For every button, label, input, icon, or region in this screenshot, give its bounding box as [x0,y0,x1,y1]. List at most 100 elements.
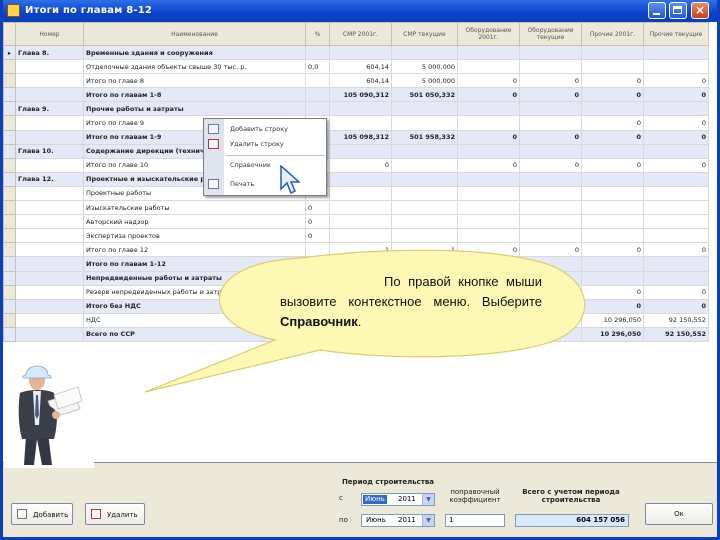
maximize-button[interactable] [669,2,687,19]
table-cell-num[interactable] [15,312,84,328]
close-button[interactable]: × [691,2,709,19]
table-row[interactable]: Итого по главе 8 604,14 5 000,000 0 0 0 0 [3,73,709,89]
table-cell-oth2001[interactable]: 0 [581,298,644,314]
table-cell-oth2001[interactable] [581,59,644,75]
table-cell-num[interactable] [15,59,84,75]
table-row[interactable]: Авторский надзор 0 [3,214,709,230]
table-cell-pct[interactable] [305,242,330,258]
table-cell-eq2001[interactable] [457,214,520,230]
row-selector[interactable] [3,298,16,314]
column-header[interactable]: % [305,22,330,46]
table-row[interactable]: Отделочные здания объекты свыше 30 тыс. … [3,59,709,75]
minimize-button[interactable] [648,2,666,19]
table-cell-othcur[interactable]: 0 [643,115,709,131]
table-cell-eq2001[interactable] [457,185,520,202]
title-bar[interactable]: Итоги по главам 8-12 × [3,0,717,22]
table-cell-othcur[interactable] [643,200,709,216]
table-row[interactable]: Итого по главам 1-12 [3,256,709,272]
table-cell-othcur[interactable]: 0 [643,157,709,173]
table-cell-oth2001[interactable]: 0 [581,87,644,103]
table-cell-pct[interactable] [305,73,330,89]
table-cell-pct[interactable]: 0 [305,200,330,216]
table-cell-othcur[interactable]: 92 150,552 [643,312,709,328]
table-cell-othcur[interactable]: 0 [643,87,709,103]
table-row[interactable]: Изыскательские работы 0 [3,200,709,216]
row-selector[interactable] [3,101,16,117]
table-cell-oth2001[interactable] [581,171,644,187]
column-header[interactable]: Оборудование 2001г. [457,22,520,46]
table-cell-num[interactable] [15,115,84,131]
row-selector[interactable] [3,59,16,75]
table-cell-smr2001[interactable] [329,115,392,131]
table-row[interactable]: Глава 9. Прочие работы и затраты [3,101,709,117]
row-selector[interactable] [3,270,16,286]
table-cell-oth2001[interactable]: 10 296,050 [581,326,644,342]
table-cell-othcur[interactable]: 0 [643,298,709,314]
table-cell-smrcur[interactable] [391,101,458,117]
menu-item-add-row[interactable]: Добавить строку [204,122,326,136]
table-row[interactable]: Итого по главе 10 0 0 0 0 0 [3,157,709,173]
column-header[interactable]: Номер [15,22,84,46]
table-cell-eqcur[interactable]: 0 [519,242,582,258]
row-selector[interactable] [3,200,16,216]
table-cell-smrcur[interactable] [391,200,458,216]
row-selector[interactable]: ▸ [3,44,16,61]
table-cell-eq2001[interactable] [457,143,520,159]
table-cell-eq2001[interactable] [457,200,520,216]
table-cell-othcur[interactable] [643,171,709,187]
table-cell-eq2001[interactable] [457,115,520,131]
column-header[interactable]: Прочие 2001г. [581,22,644,46]
table-cell-othcur[interactable] [643,44,709,61]
table-cell-num[interactable] [15,73,84,89]
table-cell-oth2001[interactable] [581,256,644,272]
table-cell-smr2001[interactable]: 105 098,312 [329,129,392,145]
table-cell-eq2001[interactable]: 0 [457,157,520,173]
table-cell-oth2001[interactable] [581,214,644,230]
table-cell-othcur[interactable]: 0 [643,284,709,300]
table-cell-name[interactable]: НДС [83,312,306,328]
row-selector[interactable] [3,73,16,89]
table-cell-smrcur[interactable] [391,228,458,244]
table-cell-eq2001[interactable]: 0 [457,129,520,145]
table-cell-othcur[interactable] [643,59,709,75]
table-cell-othcur[interactable] [643,228,709,244]
column-header[interactable]: СМР текущие [391,22,458,46]
table-cell-num[interactable] [15,284,84,300]
table-cell-smr2001[interactable]: 604,14 [329,59,392,75]
table-cell-oth2001[interactable] [581,101,644,117]
table-cell-eq2001[interactable] [457,256,520,272]
table-cell-othcur[interactable]: 0 [643,73,709,89]
table-cell-name[interactable]: Итого по главам 1-12 [83,256,306,272]
table-cell-smrcur[interactable]: 501 050,332 [391,87,458,103]
table-cell-smr2001[interactable]: 1 [329,242,392,258]
table-cell-smr2001[interactable] [329,143,392,159]
table-cell-eq2001[interactable] [457,59,520,75]
table-cell-othcur[interactable]: 92 150,552 [643,326,709,342]
row-selector[interactable] [3,228,16,244]
table-cell-pct[interactable]: 0 [305,228,330,244]
table-cell-num[interactable] [15,200,84,216]
from-period-select[interactable]: Июнь 2011 ▼ [361,493,435,506]
table-row[interactable]: Глава 10. Содержание дирекции (технически… [3,143,709,159]
table-cell-eq2001[interactable] [457,44,520,61]
table-cell-smr2001[interactable]: 604,14 [329,73,392,89]
row-selector[interactable] [3,157,16,173]
chevron-down-icon[interactable]: ▼ [422,494,434,505]
table-cell-smrcur[interactable] [391,214,458,230]
table-row[interactable]: Итого по главе 900 [3,115,709,131]
table-cell-eqcur[interactable]: 0 [519,87,582,103]
table-cell-smrcur[interactable] [391,171,458,187]
table-cell-eqcur[interactable] [519,185,582,202]
table-cell-smrcur[interactable]: 1 [391,242,458,258]
table-cell-name[interactable]: Резерв непредвиденных работы и затрат [83,284,306,300]
table-cell-name[interactable]: Авторский надзор [83,214,306,230]
row-selector[interactable] [3,242,16,258]
table-cell-num[interactable] [15,185,84,202]
menu-item-print[interactable]: Печать [204,177,326,191]
table-cell-num[interactable] [15,326,84,342]
table-cell-num[interactable] [15,270,84,286]
table-cell-oth2001[interactable] [581,228,644,244]
table-cell-oth2001[interactable] [581,270,644,286]
table-cell-pct[interactable] [305,87,330,103]
table-cell-name[interactable]: Прочие работы и затраты [83,101,306,117]
